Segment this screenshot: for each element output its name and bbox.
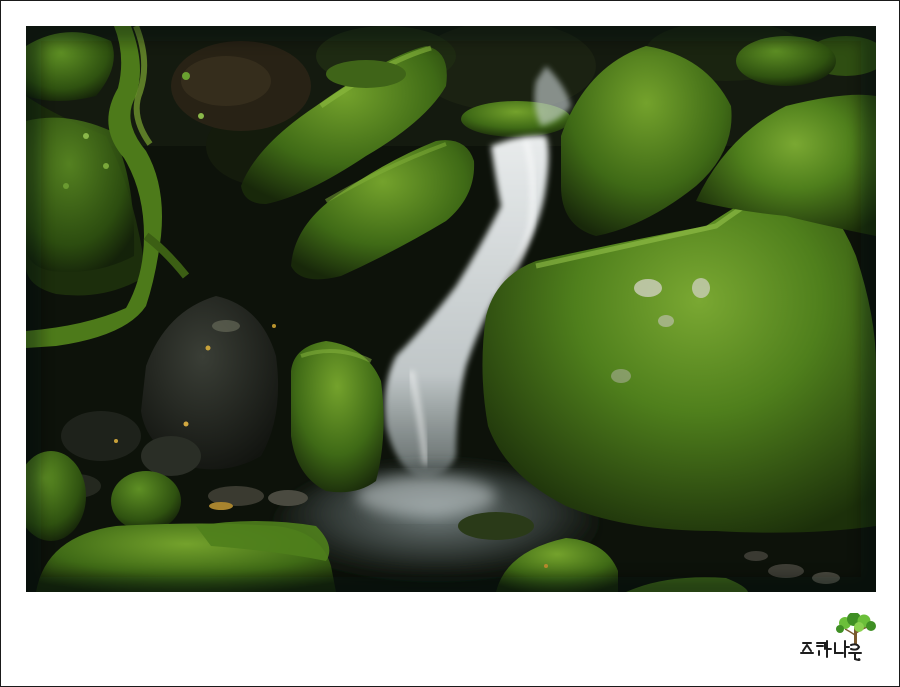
waterfall-photo [26, 26, 876, 592]
waterfall-scene [26, 26, 876, 592]
signature-logo [799, 613, 885, 667]
photo-frame [0, 0, 900, 687]
mossy-rock-center [291, 341, 384, 493]
tree-signature-icon [800, 613, 876, 661]
